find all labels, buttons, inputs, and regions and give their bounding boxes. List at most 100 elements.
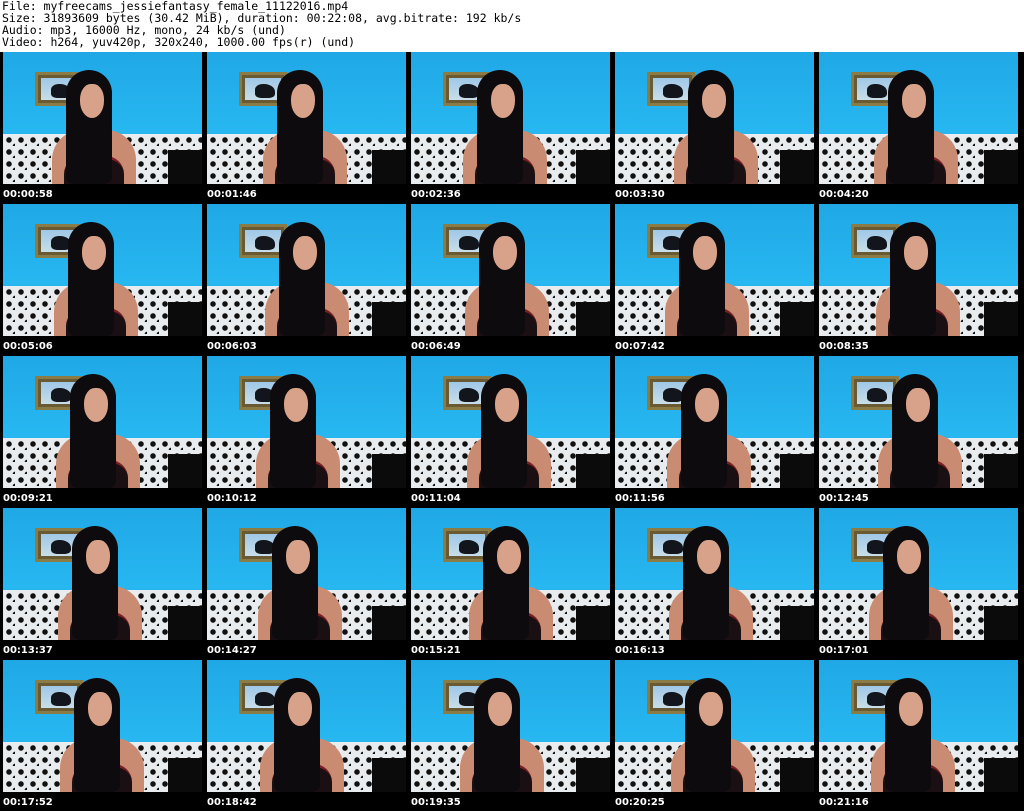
horse-figure xyxy=(867,388,887,402)
thumbnail-timestamp: 00:06:49 xyxy=(411,341,461,352)
person-face xyxy=(86,540,110,574)
person-face xyxy=(695,388,719,422)
video-frame xyxy=(3,508,202,640)
thumbnail-timestamp: 00:03:30 xyxy=(615,189,665,200)
sofa-shadow xyxy=(576,606,610,640)
sofa-shadow xyxy=(372,454,406,488)
person-face xyxy=(288,692,312,726)
sofa-shadow xyxy=(780,302,814,336)
video-frame xyxy=(411,356,610,488)
thumbnail-tile: 00:06:49 xyxy=(408,204,611,355)
sofa-shadow xyxy=(372,150,406,184)
person-face xyxy=(80,84,104,118)
thumbnail-grid: 00:00:58 00:01:46 00:02:36 00:03:30 00:04:20… xyxy=(0,52,1024,811)
wall-picture-canvas xyxy=(857,382,893,404)
video-frame xyxy=(615,204,814,336)
person-face xyxy=(82,236,106,270)
horse-figure xyxy=(663,84,683,98)
video-frame xyxy=(819,204,1018,336)
thumbnail-timestamp: 00:01:46 xyxy=(207,189,257,200)
video-frame xyxy=(3,660,202,792)
thumbnail-timestamp: 00:11:56 xyxy=(615,493,665,504)
person-face xyxy=(904,236,928,270)
person-face xyxy=(702,84,726,118)
thumbnail-tile: 00:08:35 xyxy=(816,204,1019,355)
thumbnail-timestamp: 00:17:52 xyxy=(3,797,53,808)
thumbnail-timestamp: 00:08:35 xyxy=(819,341,869,352)
sofa-shadow xyxy=(984,302,1018,336)
horse-figure xyxy=(51,692,71,706)
sofa-shadow xyxy=(576,758,610,792)
thumbnail-tile: 00:13:37 xyxy=(0,508,203,659)
video-info-header: File: myfreecams_jessiefantasy_female_11… xyxy=(2,0,1022,50)
horse-figure xyxy=(255,236,275,250)
person-face xyxy=(491,84,515,118)
thumbnail-tile: 00:18:42 xyxy=(204,660,407,811)
thumbnail-tile: 00:10:12 xyxy=(204,356,407,507)
video-frame xyxy=(615,356,814,488)
thumbnail-tile: 00:05:06 xyxy=(0,204,203,355)
sofa-shadow xyxy=(984,758,1018,792)
person-face xyxy=(697,540,721,574)
video-frame xyxy=(207,356,406,488)
thumbnail-timestamp: 00:02:36 xyxy=(411,189,461,200)
person-face xyxy=(286,540,310,574)
thumbnail-tile: 00:11:04 xyxy=(408,356,611,507)
thumbnail-tile: 00:04:20 xyxy=(816,52,1019,203)
wall-picture-canvas xyxy=(653,78,689,100)
video-frame xyxy=(3,204,202,336)
person-face xyxy=(284,388,308,422)
video-frame xyxy=(207,204,406,336)
horse-figure xyxy=(459,84,479,98)
thumbnail-timestamp: 00:06:03 xyxy=(207,341,257,352)
thumbnail-tile: 00:17:01 xyxy=(816,508,1019,659)
video-frame xyxy=(207,660,406,792)
horse-figure xyxy=(867,84,887,98)
thumbnail-timestamp: 00:14:27 xyxy=(207,645,257,656)
horse-figure xyxy=(663,692,683,706)
horse-figure xyxy=(459,540,479,554)
thumbnail-timestamp: 00:20:25 xyxy=(615,797,665,808)
thumbnail-tile: 00:02:36 xyxy=(408,52,611,203)
person-face xyxy=(84,388,108,422)
video-frame xyxy=(207,508,406,640)
horse-figure xyxy=(459,388,479,402)
person-face xyxy=(293,236,317,270)
video-frame xyxy=(615,508,814,640)
wall-picture-canvas xyxy=(857,230,893,252)
sofa-shadow xyxy=(576,150,610,184)
thumbnail-timestamp: 00:11:04 xyxy=(411,493,461,504)
sofa-shadow xyxy=(168,150,202,184)
sofa-shadow xyxy=(168,302,202,336)
person-face xyxy=(495,388,519,422)
thumbnail-timestamp: 00:16:13 xyxy=(615,645,665,656)
thumbnail-tile: 00:21:16 xyxy=(816,660,1019,811)
thumbnail-tile: 00:11:56 xyxy=(612,356,815,507)
thumbnail-timestamp: 00:17:01 xyxy=(819,645,869,656)
horse-figure xyxy=(51,388,71,402)
thumbnail-timestamp: 00:19:35 xyxy=(411,797,461,808)
thumbnail-timestamp: 00:07:42 xyxy=(615,341,665,352)
sofa-shadow xyxy=(372,758,406,792)
wall-picture-canvas xyxy=(449,534,485,556)
sofa-shadow xyxy=(780,150,814,184)
thumbnail-tile: 00:12:45 xyxy=(816,356,1019,507)
thumbnail-tile: 00:19:35 xyxy=(408,660,611,811)
sofa-shadow xyxy=(780,606,814,640)
thumbnail-timestamp: 00:12:45 xyxy=(819,493,869,504)
person-face xyxy=(493,236,517,270)
thumbnail-timestamp: 00:21:16 xyxy=(819,797,869,808)
video-frame xyxy=(819,52,1018,184)
sofa-shadow xyxy=(168,606,202,640)
person-face xyxy=(497,540,521,574)
video-frame xyxy=(207,52,406,184)
thumbnail-tile: 00:16:13 xyxy=(612,508,815,659)
sofa-shadow xyxy=(576,302,610,336)
wall-picture-canvas xyxy=(245,78,281,100)
thumbnail-tile: 00:15:21 xyxy=(408,508,611,659)
sofa-shadow xyxy=(576,454,610,488)
thumbnail-tile: 00:09:21 xyxy=(0,356,203,507)
person-face xyxy=(291,84,315,118)
thumbnail-tile: 00:14:27 xyxy=(204,508,407,659)
video-frame xyxy=(3,356,202,488)
